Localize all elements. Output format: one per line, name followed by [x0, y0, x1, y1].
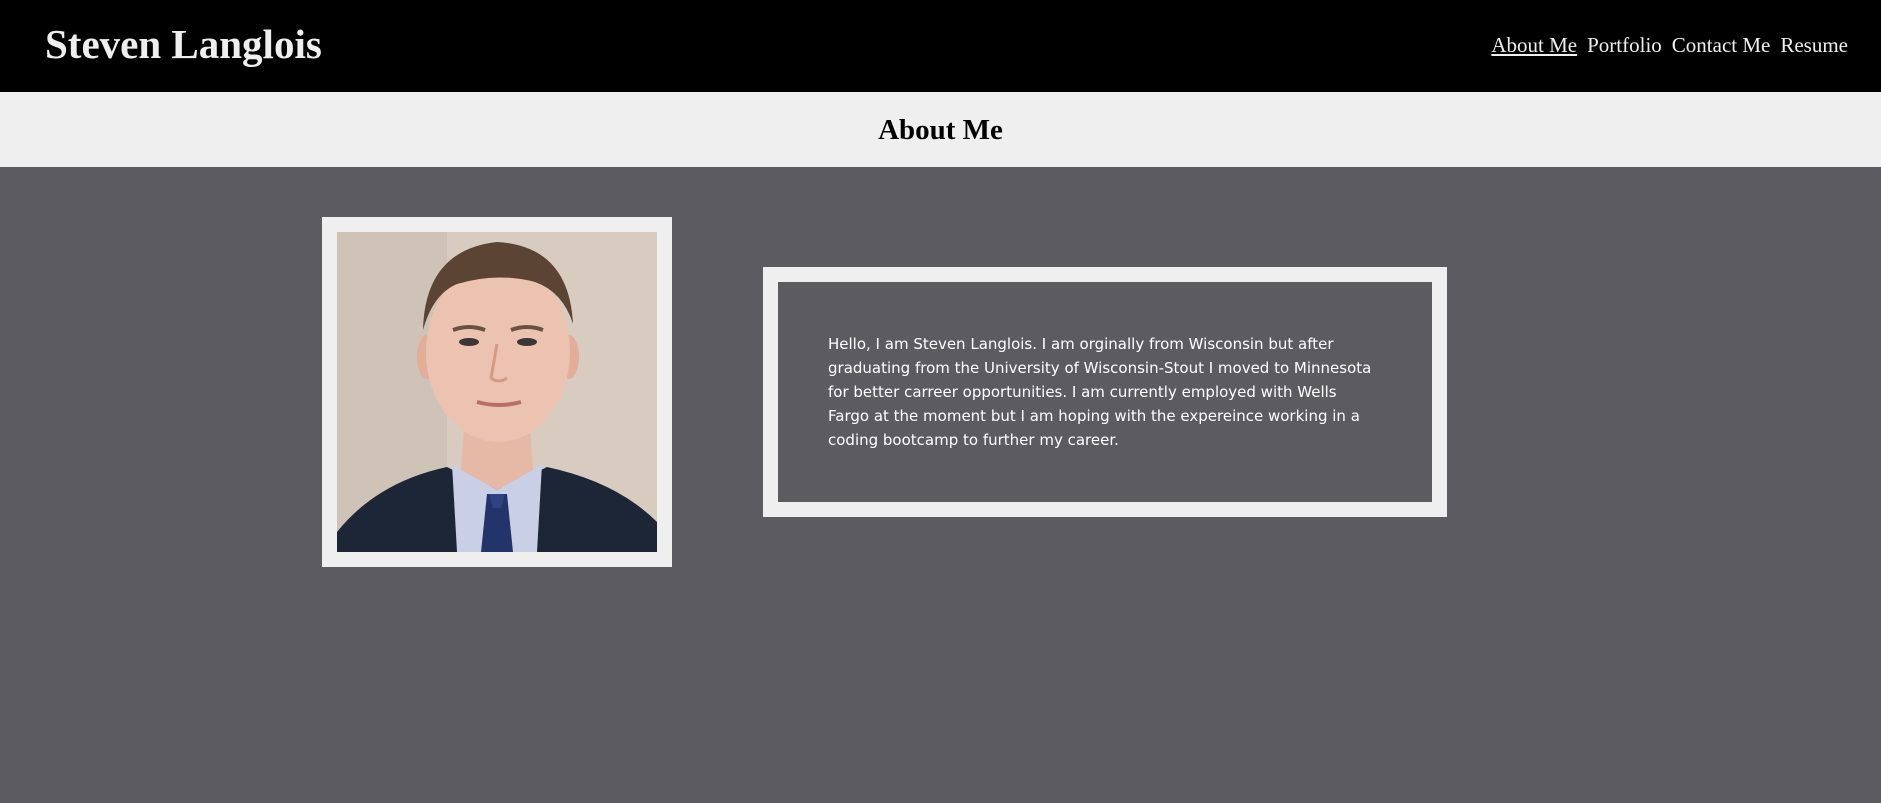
top-navbar: Steven Langlois About Me Portfolio Conta…: [0, 0, 1881, 92]
about-content: Hello, I am Steven Langlois. I am orgina…: [0, 167, 1881, 803]
main-nav: About Me Portfolio Contact Me Resume: [1491, 30, 1848, 60]
nav-link-about-me[interactable]: About Me: [1491, 30, 1577, 60]
profile-photo-frame: [322, 217, 672, 567]
bio-card: Hello, I am Steven Langlois. I am orgina…: [763, 267, 1447, 517]
portrait-illustration: [337, 232, 657, 552]
bio-card-body: Hello, I am Steven Langlois. I am orgina…: [778, 282, 1432, 502]
bio-text: Hello, I am Steven Langlois. I am orgina…: [828, 335, 1372, 449]
nav-link-contact-me[interactable]: Contact Me: [1672, 30, 1771, 60]
nav-link-resume[interactable]: Resume: [1780, 30, 1848, 60]
site-title: Steven Langlois: [45, 21, 322, 67]
section-title: About Me: [878, 114, 1003, 146]
section-header: About Me: [0, 92, 1881, 167]
profile-photo: [337, 232, 657, 552]
nav-link-portfolio[interactable]: Portfolio: [1587, 30, 1662, 60]
